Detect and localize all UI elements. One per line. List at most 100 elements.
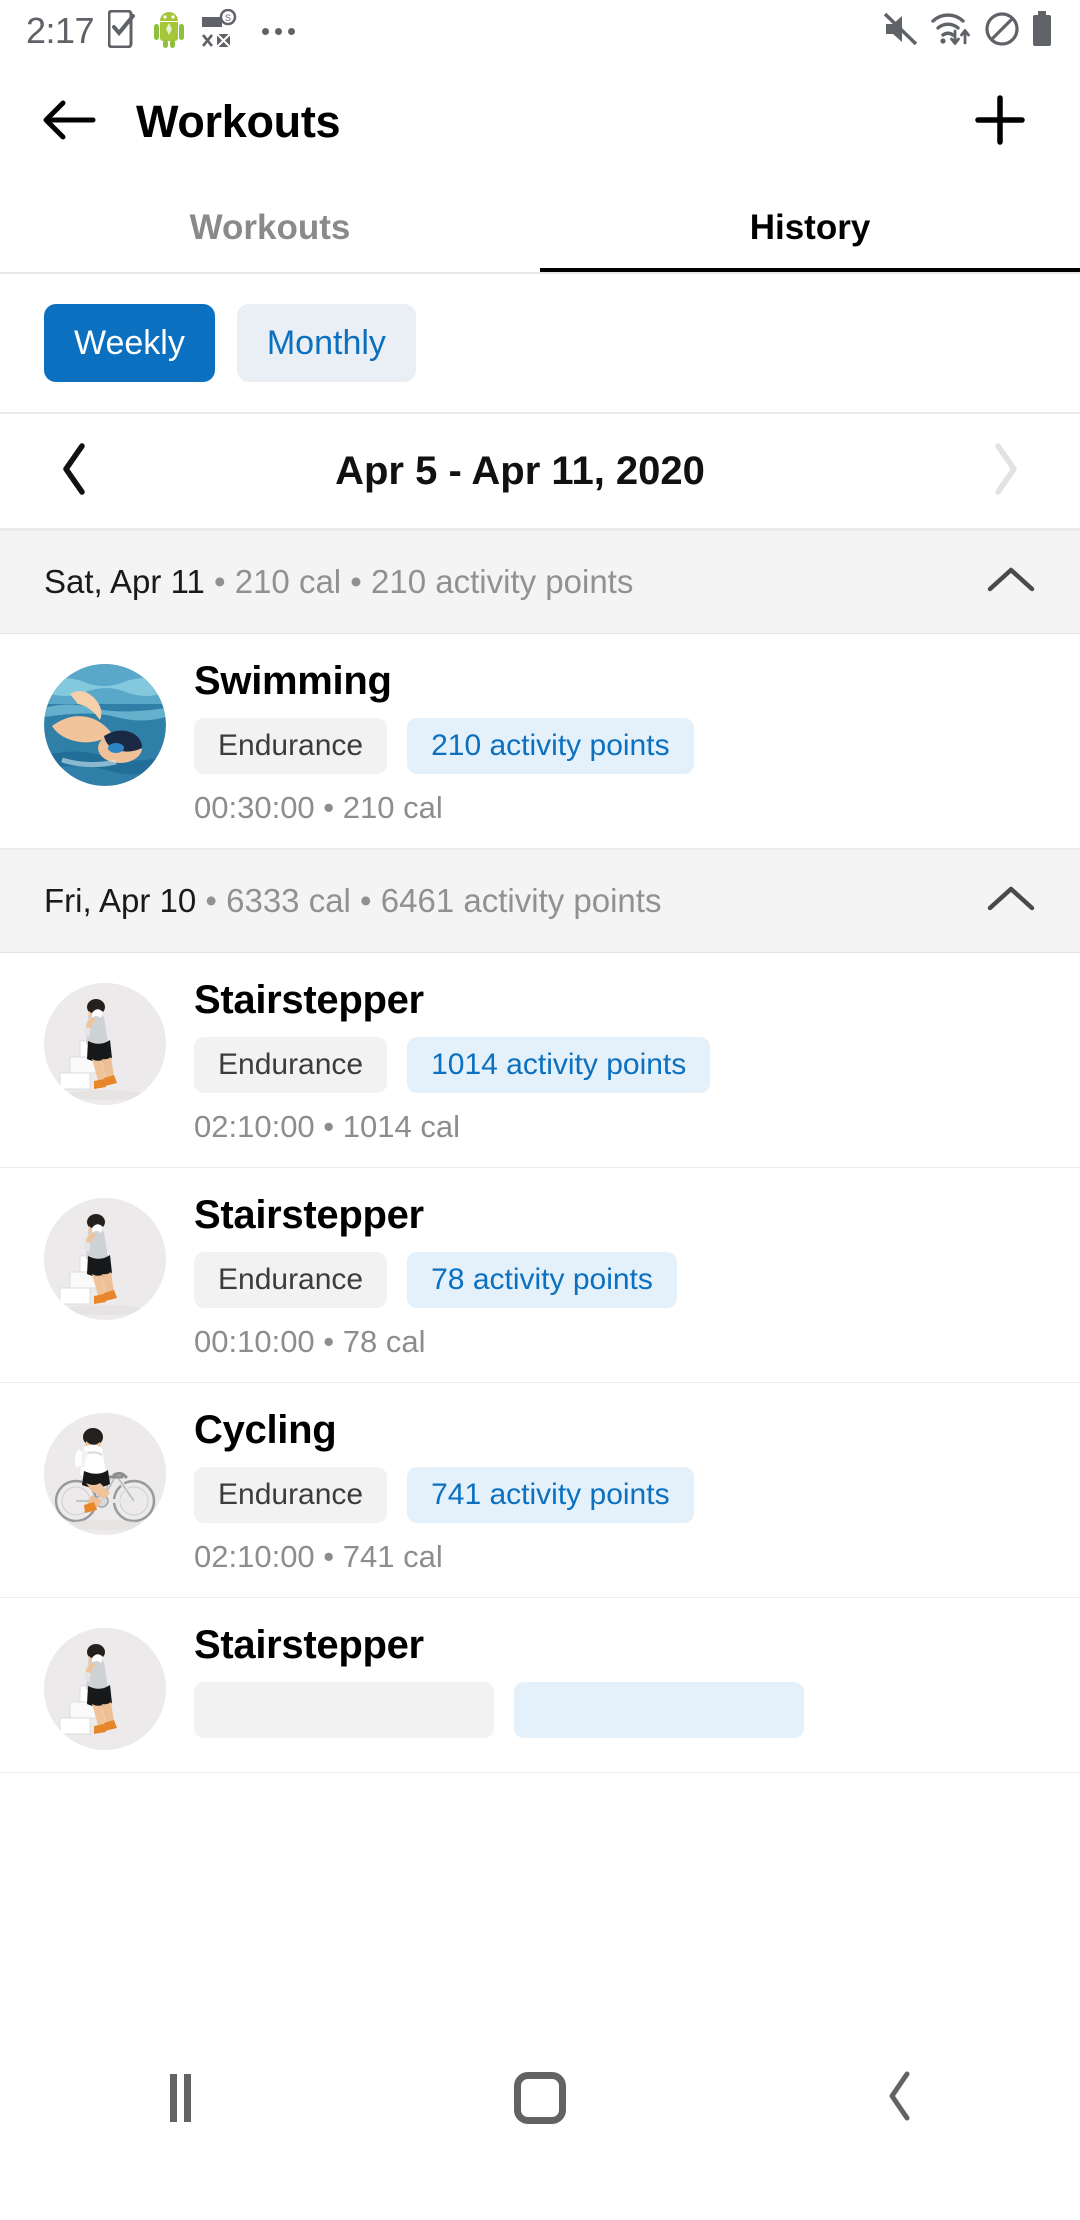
chevron-up-icon: [986, 884, 1036, 919]
phone-check-icon: [107, 9, 138, 53]
workout-type-chip[interactable]: Endurance: [194, 718, 388, 774]
workout-name: Stairstepper: [194, 1623, 424, 1667]
day-sep-2: •: [350, 882, 381, 919]
stairstepper-photo: [44, 1628, 166, 1750]
mail-blocked-icon: S: [200, 8, 238, 54]
day-sep-1: •: [204, 563, 235, 600]
workout-type-chip[interactable]: Endurance: [194, 1037, 388, 1093]
status-bar-left: 2:17 S: [26, 8, 296, 54]
volume-mute-icon: [882, 11, 920, 52]
collapse-toggle[interactable]: [986, 565, 1036, 600]
workout-row[interactable]: Cycling Endurance 741 activity points 02…: [0, 1383, 1080, 1598]
tab-workouts[interactable]: Workouts: [0, 182, 540, 274]
home-button[interactable]: [360, 2072, 720, 2124]
stairstepper-photo: [44, 1198, 166, 1320]
workout-points-chip[interactable]: 210 activity points: [407, 718, 694, 774]
period-monthly-button[interactable]: Monthly: [236, 304, 416, 382]
app-bar: Workouts: [0, 62, 1080, 182]
nav-back-icon: [883, 2069, 917, 2128]
day-header-summary: Fri, Apr 10 • 6333 cal • 6461 activity p…: [44, 882, 661, 920]
recents-button[interactable]: [0, 2074, 360, 2122]
workout-points-chip[interactable]: 1014 activity points: [407, 1037, 711, 1093]
day-sep-1: •: [196, 882, 227, 919]
arrow-left-icon: [41, 97, 97, 148]
chevron-right-icon: [988, 442, 1022, 501]
workout-name: Stairstepper: [194, 1193, 424, 1237]
next-week-button[interactable]: [950, 442, 1060, 501]
workout-chips: [194, 1682, 1036, 1738]
workout-details: Stairstepper: [194, 1624, 1036, 1750]
workout-type-chip[interactable]: Endurance: [194, 1252, 388, 1308]
tab-history[interactable]: History: [540, 182, 1080, 274]
tab-workouts-label: Workouts: [189, 208, 351, 247]
plus-icon: [972, 92, 1028, 153]
day-header-summary: Sat, Apr 11 • 210 cal • 210 activity poi…: [44, 563, 633, 601]
day-points: 210 activity points: [371, 563, 634, 600]
day-sep-2: •: [341, 563, 372, 600]
recents-icon: [169, 2074, 191, 2122]
workout-meta: 02:10:00 • 1014 cal: [194, 1109, 460, 1144]
chevron-left-icon: [58, 442, 92, 501]
day-points: 6461 activity points: [380, 882, 662, 919]
workout-details: Stairstepper Endurance 1014 activity poi…: [194, 979, 1036, 1145]
back-button[interactable]: [14, 97, 124, 148]
workout-type-chip[interactable]: Endurance: [194, 1467, 388, 1523]
workout-row[interactable]: Swimming Endurance 210 activity points 0…: [0, 634, 1080, 849]
date-range-nav: Apr 5 - Apr 11, 2020: [0, 414, 1080, 528]
tab-history-label: History: [749, 208, 871, 247]
home-icon: [514, 2072, 566, 2124]
workout-meta: 02:10:00 • 741 cal: [194, 1539, 443, 1574]
status-bar-clock: 2:17: [26, 10, 95, 51]
workout-chips: Endurance 741 activity points: [194, 1467, 1036, 1523]
workout-details: Cycling Endurance 741 activity points 02…: [194, 1409, 1036, 1575]
workout-points-chip[interactable]: 78 activity points: [407, 1252, 677, 1308]
day-date: Fri, Apr 10: [44, 882, 197, 919]
day-calories: 6333 cal: [226, 882, 351, 919]
android-robot-icon: [152, 10, 186, 53]
do-not-disturb-icon: [984, 11, 1020, 52]
workout-row[interactable]: Stairstepper: [0, 1598, 1080, 1773]
workout-name: Cycling: [194, 1408, 337, 1452]
status-bar-right: [882, 10, 1054, 53]
workout-meta: 00:10:00 • 78 cal: [194, 1324, 426, 1359]
workout-details: Stairstepper Endurance 78 activity point…: [194, 1194, 1036, 1360]
date-range-label: Apr 5 - Apr 11, 2020: [335, 448, 705, 493]
workout-points-chip[interactable]: [514, 1682, 804, 1738]
swimming-photo: [44, 664, 166, 786]
add-workout-button[interactable]: [972, 92, 1028, 153]
cycling-photo: [44, 1413, 166, 1535]
workout-chips: Endurance 210 activity points: [194, 718, 1036, 774]
chevron-up-icon: [986, 565, 1036, 600]
history-list: Sat, Apr 11 • 210 cal • 210 activity poi…: [0, 530, 1080, 1773]
workout-row[interactable]: Stairstepper Endurance 78 activity point…: [0, 1168, 1080, 1383]
workout-type-chip[interactable]: [194, 1682, 494, 1738]
period-toggle: Weekly Monthly: [0, 274, 1080, 412]
day-calories: 210 cal: [234, 563, 342, 600]
app-screen: 2:17 S Workouts Workouts History Weekly …: [0, 0, 1080, 2220]
workout-row[interactable]: Stairstepper Endurance 1014 activity poi…: [0, 953, 1080, 1168]
workout-name: Swimming: [194, 659, 392, 703]
android-navigation-bar: [0, 2032, 1080, 2164]
workout-points-chip[interactable]: 741 activity points: [407, 1467, 694, 1523]
period-weekly-button[interactable]: Weekly: [44, 304, 215, 382]
tab-bar: Workouts History: [0, 182, 1080, 274]
workout-chips: Endurance 1014 activity points: [194, 1037, 1036, 1093]
wifi-data-icon: [930, 11, 974, 52]
workout-details: Swimming Endurance 210 activity points 0…: [194, 660, 1036, 826]
period-weekly-label: Weekly: [74, 323, 185, 362]
workout-name: Stairstepper: [194, 978, 424, 1022]
collapse-toggle[interactable]: [986, 884, 1036, 919]
overflow-dots-icon: [262, 27, 296, 35]
status-bar: 2:17 S: [0, 0, 1080, 62]
svg-text:S: S: [225, 13, 231, 23]
nav-back-button[interactable]: [720, 2069, 1080, 2128]
period-monthly-label: Monthly: [266, 323, 386, 362]
day-header-fri-apr-10[interactable]: Fri, Apr 10 • 6333 cal • 6461 activity p…: [0, 849, 1080, 953]
page-title: Workouts: [136, 96, 341, 147]
stairstepper-photo: [44, 983, 166, 1105]
battery-full-icon: [1030, 10, 1054, 53]
day-date: Sat, Apr 11: [44, 563, 205, 600]
day-header-sat-apr-11[interactable]: Sat, Apr 11 • 210 cal • 210 activity poi…: [0, 530, 1080, 634]
workout-meta: 00:30:00 • 210 cal: [194, 790, 443, 825]
workout-chips: Endurance 78 activity points: [194, 1252, 1036, 1308]
